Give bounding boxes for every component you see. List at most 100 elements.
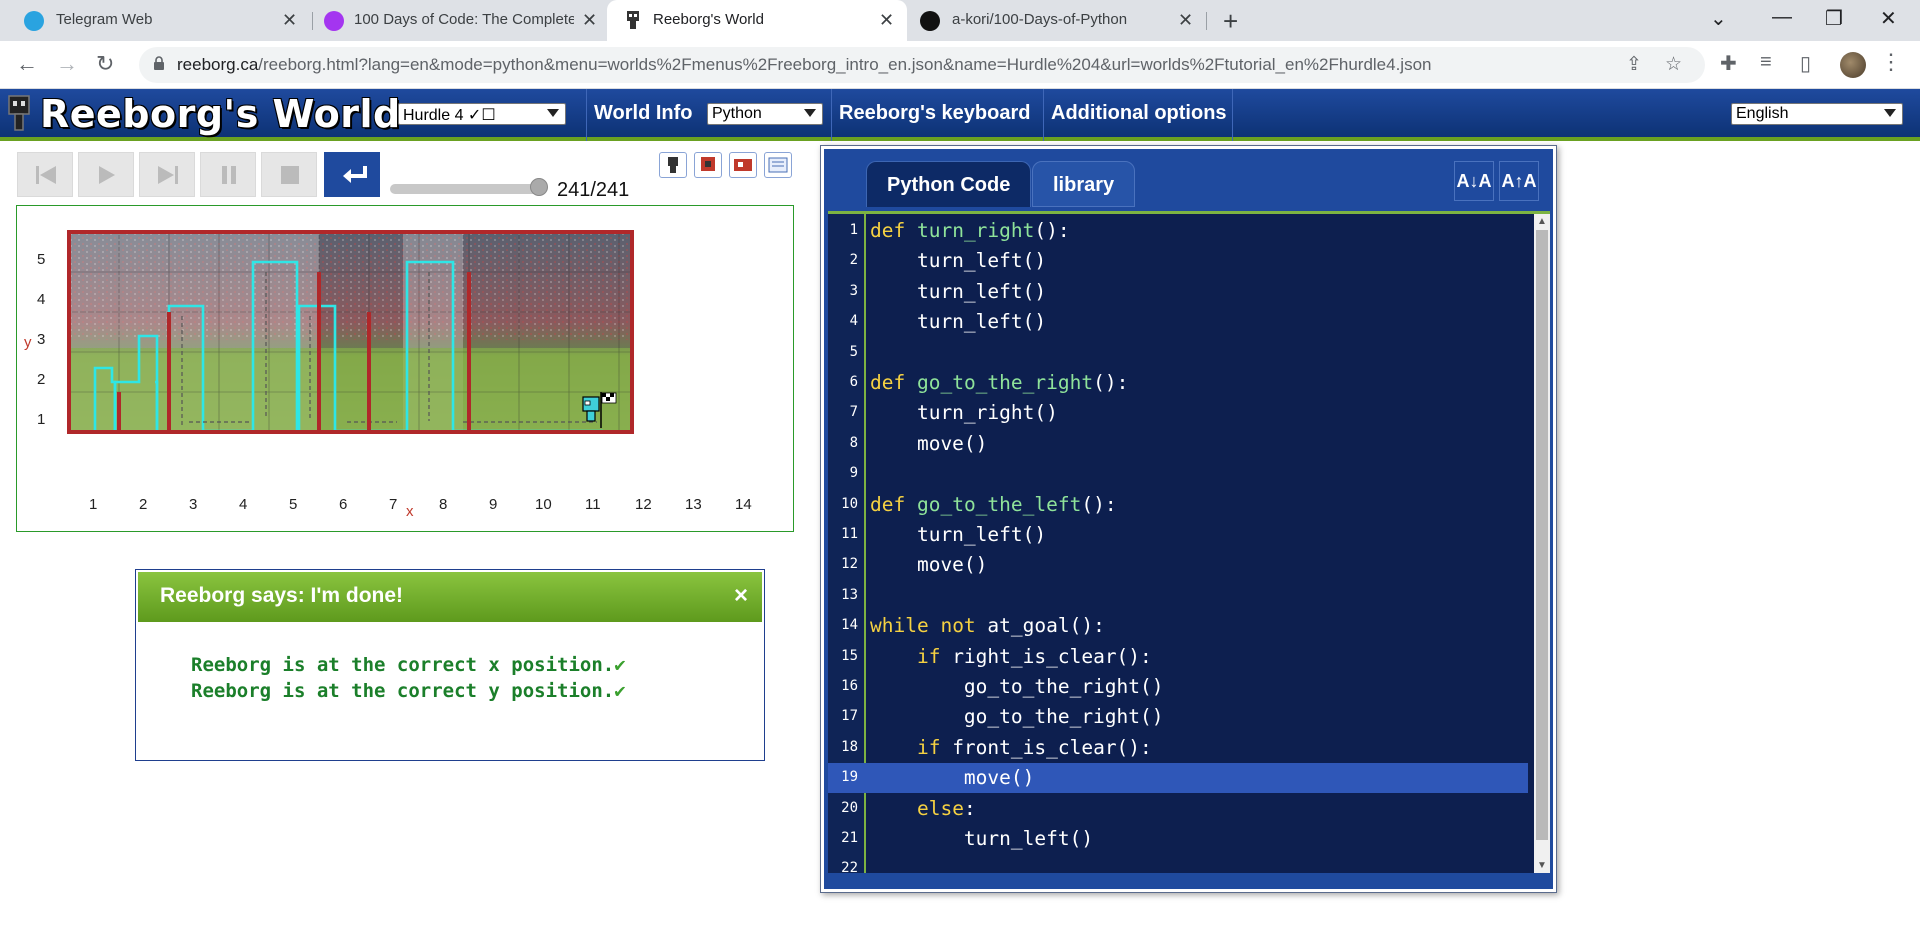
world-grid [67,230,634,434]
code-line[interactable]: 15 if right_is_clear(): [828,642,1528,672]
code-line[interactable]: 11 turn_left() [828,520,1528,550]
code-line[interactable]: 2 turn_left() [828,246,1528,276]
code-line[interactable]: 1 def turn_right(): [828,216,1528,246]
code-text: turn_left() [870,279,1047,303]
editor-inner: Python Code library A↓A A↑A 1 def turn_ri… [824,149,1553,889]
step-counter: 241/241 [557,179,630,201]
world-info-icon-button[interactable] [764,152,792,178]
scroll-down-icon[interactable]: ▼ [1537,860,1547,871]
close-tab-icon[interactable]: ✕ [582,10,597,31]
ui-language-value: English [1736,105,1789,122]
line-number: 11 [841,526,858,542]
tab-library[interactable]: library [1032,161,1136,207]
close-window-icon[interactable]: ✕ [1880,6,1897,31]
tab-reeborg[interactable]: Reeborg's World ✕ [607,0,907,41]
url-path: /reeborg.html?lang=en&mode=python&menu=w… [258,55,1432,74]
restore-icon[interactable]: ❐ [1825,6,1843,31]
code-text: turn_left() [870,310,1047,334]
close-tab-icon[interactable]: ✕ [879,10,894,31]
back-icon[interactable]: ← [16,51,38,77]
code-line[interactable]: 5 [828,338,1528,368]
language-mode-select[interactable]: Python [707,103,823,125]
extensions-icon[interactable]: ✚ [1720,51,1737,76]
share-icon[interactable]: ⇪ [1626,53,1642,76]
side-panel-icon[interactable]: ▯ [1800,51,1811,76]
editor-scrollbar[interactable]: ▲ ▼ [1534,214,1550,873]
url-bar[interactable]: reeborg.ca/reeborg.html?lang=en&mode=pyt… [139,47,1705,83]
forward-icon[interactable]: → [56,51,78,77]
step-button[interactable] [139,152,195,197]
pause-icon [222,166,236,184]
tab-python-code[interactable]: Python Code [866,161,1032,207]
close-tab-icon[interactable]: ✕ [282,10,297,31]
decrease-font-button[interactable]: A↓A [1454,161,1494,201]
tab-search-icon[interactable]: ⌄ [1710,6,1727,31]
media-control-icon[interactable]: ≡ [1760,51,1772,74]
reload-world-button[interactable] [324,152,380,197]
code-text: if front_is_clear(): [916,735,1152,759]
code-line[interactable]: 19 move() [828,763,1528,794]
skip-back-icon [36,166,56,184]
code-line[interactable]: 16 go_to_the_right() [828,672,1528,702]
language-mode-value: Python [712,105,762,122]
speed-slider-track[interactable] [390,184,540,194]
reverse-step-button[interactable] [17,152,73,197]
additional-options-button[interactable]: Additional options [1051,102,1227,125]
code-line[interactable]: 20 else: [828,794,1528,824]
code-line[interactable]: 4 turn_left() [828,307,1528,337]
highlight-button[interactable] [694,152,722,178]
bookmark-star-icon[interactable]: ☆ [1665,53,1682,76]
run-button[interactable] [78,152,134,197]
reeborgs-keyboard-button[interactable]: Reeborg's keyboard [839,102,1030,125]
url-host: reeborg.ca [177,55,259,74]
code-line[interactable]: 8 move() [828,429,1528,459]
tab-telegram[interactable]: Telegram Web ✕ [0,0,310,41]
code-line[interactable]: 13 [828,581,1528,611]
close-tab-icon[interactable]: ✕ [1178,10,1193,31]
reload-icon[interactable]: ↻ [96,51,114,77]
url-text: reeborg.ca/reeborg.html?lang=en&mode=pyt… [177,55,1432,75]
scrollbar-thumb[interactable] [1536,230,1548,840]
tab-github[interactable]: a-kori/100-Days-of-Python ✕ [908,0,1208,41]
code-line[interactable]: 14 while not at_goal(): [828,611,1528,641]
minimize-icon[interactable]: — [1772,6,1792,29]
code-line[interactable]: 17 go_to_the_right() [828,702,1528,732]
code-text: move() [870,766,1035,790]
browser-menu-icon[interactable]: ⋮ [1880,49,1902,75]
world-info-button[interactable]: World Info [594,102,693,125]
code-line[interactable]: 10 def go_to_the_left(): [828,490,1528,520]
code-line[interactable]: 21 turn_left() [828,824,1528,854]
code-line[interactable]: 22 [828,854,1528,873]
close-dialog-button[interactable]: × [734,582,748,610]
profile-avatar[interactable] [1840,52,1866,78]
line-number: 16 [841,678,858,694]
line-number: 10 [841,495,858,512]
new-tab-icon[interactable]: + [1223,6,1238,37]
y-label: 2 [37,371,46,388]
checkmark-icon: ✔ [614,654,626,676]
code-line[interactable]: 3 turn_left() [828,277,1528,307]
world-background-image [69,232,632,432]
world-select[interactable]: Hurdle 4 ✓☐ [398,103,566,125]
pause-button[interactable] [200,152,256,197]
increase-font-button[interactable]: A↑A [1499,161,1539,201]
speed-slider-thumb[interactable] [530,178,548,196]
stop-button[interactable] [261,152,317,197]
code-editor[interactable]: 1 def turn_right(): 2 turn_left() 3 turn_le… [828,211,1550,873]
tab-udemy[interactable]: 100 Days of Code: The Complete ✕ [314,0,606,41]
browser-tab-bar: Telegram Web ✕ 100 Days of Code: The Com… [0,0,1920,41]
code-line[interactable]: 18 if front_is_clear(): [828,733,1528,763]
code-line[interactable]: 12 move() [828,550,1528,580]
code-line[interactable]: 6 def go_to_the_right(): [828,368,1528,398]
ui-language-select[interactable]: English [1731,103,1903,125]
lock-icon [154,56,164,70]
line-number: 7 [849,404,858,421]
robot-icon [668,157,678,173]
x-label: 6 [339,496,348,513]
robot-model-button[interactable] [659,152,687,178]
code-line[interactable]: 9 [828,459,1528,489]
edit-world-button[interactable] [729,152,757,178]
dialog-message-line: Reeborg is at the correct y position.✔ [191,680,626,702]
scroll-up-icon[interactable]: ▲ [1537,216,1547,227]
code-line[interactable]: 7 turn_right() [828,398,1528,428]
